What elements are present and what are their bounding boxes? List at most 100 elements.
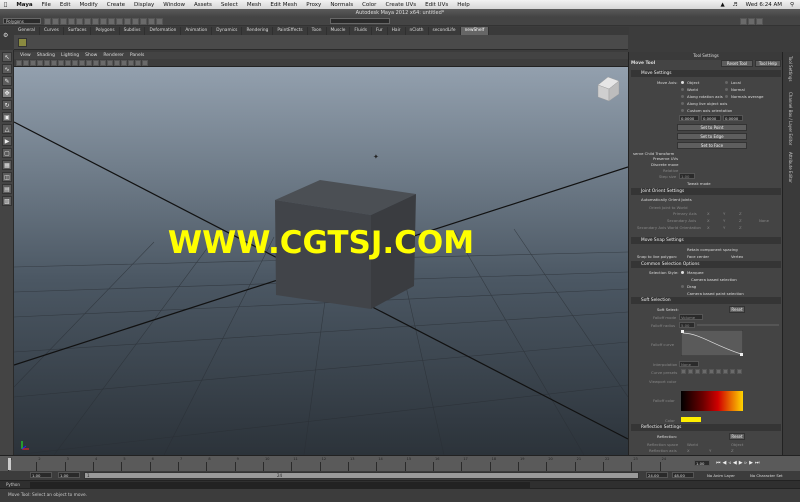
volume-icon[interactable]: ♬: [733, 2, 738, 8]
tab-fluids[interactable]: Fluids: [350, 27, 372, 35]
film-gate-icon[interactable]: [51, 60, 57, 66]
shelf-item-icon[interactable]: [18, 38, 27, 47]
tool-settings-icon[interactable]: [756, 18, 763, 25]
radio-world[interactable]: [681, 88, 684, 91]
paint-select-icon[interactable]: ✎: [2, 76, 12, 86]
tab-newshelf[interactable]: newShelf: [460, 27, 490, 35]
step-back-key-icon[interactable]: ◀: [723, 460, 727, 466]
ipr-icon[interactable]: [148, 18, 155, 25]
falloff-curve-graph[interactable]: [681, 330, 743, 356]
tab-fur[interactable]: Fur: [372, 27, 388, 35]
wireframe-icon[interactable]: [93, 60, 99, 66]
move-snap-section[interactable]: Move Snap Settings: [631, 237, 781, 244]
menu-modify[interactable]: Modify: [80, 2, 98, 8]
layout-two-icon[interactable]: ◫: [2, 172, 12, 182]
preset-4-icon[interactable]: [702, 369, 707, 374]
grid-icon[interactable]: [44, 60, 50, 66]
gear-icon[interactable]: ⚙: [3, 32, 8, 39]
wifi-icon[interactable]: ▲: [720, 2, 724, 8]
current-frame-field[interactable]: 1.00: [694, 460, 710, 466]
view-cube[interactable]: [597, 76, 620, 102]
play-back-icon[interactable]: ◀: [733, 460, 737, 466]
preset-5-icon[interactable]: [709, 369, 714, 374]
falloff-radius-field[interactable]: 5.00: [679, 322, 695, 328]
preset-3-icon[interactable]: [695, 369, 700, 374]
layout-four-icon[interactable]: ▦: [2, 160, 12, 170]
world-z[interactable]: Z: [739, 225, 742, 230]
preset-9-icon[interactable]: [737, 369, 742, 374]
step-forward-icon[interactable]: ▹: [745, 460, 748, 466]
last-tool-icon[interactable]: ▶: [2, 136, 12, 146]
field-chart-icon[interactable]: [72, 60, 78, 66]
menu-file[interactable]: File: [42, 2, 51, 8]
menu-normals[interactable]: Normals: [330, 2, 353, 8]
history-icon[interactable]: [132, 18, 139, 25]
menu-window[interactable]: Window: [163, 2, 185, 8]
save-scene-icon[interactable]: [60, 18, 67, 25]
menu-assets[interactable]: Assets: [194, 2, 212, 8]
radio-drag[interactable]: [681, 285, 684, 288]
render-settings-icon[interactable]: [156, 18, 163, 25]
camera-attr-icon[interactable]: [23, 60, 29, 66]
reset-tool-button[interactable]: Reset Tool: [721, 60, 753, 67]
go-to-end-icon[interactable]: ⏭: [755, 460, 760, 466]
play-forward-icon[interactable]: ▶: [739, 460, 743, 466]
move-tool-icon[interactable]: ✥: [2, 88, 12, 98]
world-x[interactable]: X: [707, 225, 710, 230]
range-start-field[interactable]: 1.00: [58, 472, 80, 478]
hud-icon[interactable]: [142, 60, 148, 66]
tab-curves[interactable]: Curves: [40, 27, 64, 35]
menu-edit-mesh[interactable]: Edit Mesh: [270, 2, 297, 8]
clock[interactable]: Wed 6:24 AM: [746, 2, 782, 8]
snap-grid-icon[interactable]: [100, 18, 107, 25]
reflection-section[interactable]: Reflection Settings: [631, 424, 781, 431]
range-bar[interactable]: 1 24: [84, 472, 639, 479]
safe-title-icon[interactable]: [86, 60, 92, 66]
preset-6-icon[interactable]: [716, 369, 721, 374]
radio-normal[interactable]: [725, 88, 728, 91]
time-slider[interactable]: 1 2 3 4 5 6 7 8 9 10 11 12 13 14 15 16 17 18 19 20 21 22 23 24 …: [0, 455, 800, 471]
set-to-face-button[interactable]: Set to Face: [677, 142, 747, 149]
reflection-axis-z[interactable]: Z: [731, 448, 734, 453]
radio-marquee[interactable]: [681, 271, 684, 274]
end-time-field[interactable]: 48.00: [672, 472, 694, 478]
tab-subdivs[interactable]: Subdivs: [120, 27, 146, 35]
interpolation-dropdown[interactable]: None: [679, 361, 699, 367]
panel-menu-renderer[interactable]: Renderer: [103, 53, 124, 58]
menu-color[interactable]: Color: [362, 2, 376, 8]
menu-create[interactable]: Create: [107, 2, 125, 8]
tab-muscle[interactable]: Muscle: [327, 27, 351, 35]
custom-x-field[interactable]: 0.0000: [679, 115, 699, 121]
falloff-radius-slider[interactable]: [697, 324, 779, 326]
reflection-axis-x[interactable]: X: [687, 448, 690, 453]
render-icon[interactable]: [140, 18, 147, 25]
snap-curve-icon[interactable]: [108, 18, 115, 25]
snap-plane-icon[interactable]: [124, 18, 131, 25]
menu-create-uvs[interactable]: Create UVs: [385, 2, 416, 8]
radio-object[interactable]: [681, 81, 684, 84]
viewport[interactable]: ✦ WWW.CGTSJ.COM: [14, 67, 628, 455]
start-time-field[interactable]: 1.00: [30, 472, 52, 478]
lights-icon[interactable]: [114, 60, 120, 66]
anim-layer-dropdown[interactable]: No Anim Layer: [707, 473, 735, 478]
tab-polygons[interactable]: Polygons: [91, 27, 120, 35]
menu-select[interactable]: Select: [221, 2, 238, 8]
tab-ncloth[interactable]: nCloth: [406, 27, 429, 35]
secondary-x[interactable]: X: [707, 218, 710, 223]
panel-menu-panels[interactable]: Panels: [130, 53, 144, 58]
joint-orient-section[interactable]: Joint Orient Settings: [631, 188, 781, 195]
select-object-icon[interactable]: [76, 18, 83, 25]
primary-y[interactable]: Y: [723, 211, 725, 216]
select-tool-icon[interactable]: ↖: [2, 52, 12, 62]
set-to-edge-button[interactable]: Set to Edge: [677, 133, 747, 140]
preset-7-icon[interactable]: [723, 369, 728, 374]
tool-help-button[interactable]: Tool Help: [755, 60, 781, 67]
layout-single-icon[interactable]: ▢: [2, 148, 12, 158]
select-hierarchy-icon[interactable]: [68, 18, 75, 25]
tab-rendering[interactable]: Rendering: [242, 27, 274, 35]
step-size-field[interactable]: 1.00: [679, 173, 695, 179]
new-scene-icon[interactable]: [44, 18, 51, 25]
reflection-object[interactable]: Object: [731, 442, 743, 447]
rotate-tool-icon[interactable]: ↻: [2, 100, 12, 110]
menuset-dropdown[interactable]: Polygons: [3, 18, 41, 24]
